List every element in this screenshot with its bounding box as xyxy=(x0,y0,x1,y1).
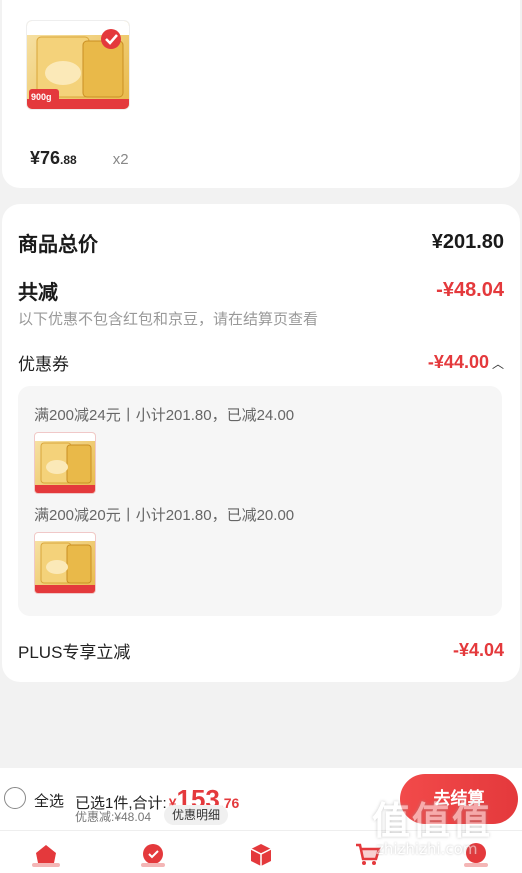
product-price: ¥76.88 xyxy=(30,148,77,168)
reduce-value: -¥48.04 xyxy=(436,279,504,301)
new-icon[interactable] xyxy=(139,841,167,867)
coupon-value-group[interactable]: -¥44.00 ︿ xyxy=(428,352,504,373)
svg-text:900g: 900g xyxy=(31,92,52,102)
total-label: 商品总价 xyxy=(18,234,98,256)
me-icon[interactable] xyxy=(462,841,490,867)
chevron-up-icon[interactable]: ︿ xyxy=(492,357,504,371)
product-quantity: x2 xyxy=(112,151,129,168)
discount-detail-button[interactable]: 优惠明细 xyxy=(164,805,229,825)
plus-value: -¥4.04 xyxy=(452,640,504,660)
tab-bar xyxy=(0,830,522,873)
select-all-checkbox[interactable] xyxy=(4,787,26,809)
discount-amount: 优惠减:¥48.04 xyxy=(75,810,152,824)
product-image[interactable]: 900g xyxy=(26,20,130,110)
coupon-label: 优惠券 xyxy=(18,355,69,374)
total-value: ¥201.80 xyxy=(431,231,504,253)
home-icon[interactable] xyxy=(32,841,60,867)
reduce-label: 共减 xyxy=(18,282,58,304)
select-all-label[interactable]: 全选 xyxy=(34,790,64,811)
checkout-button[interactable]: 去结算 xyxy=(400,774,518,824)
checkout-bar: 全选 已选1件,合计: ¥ 153 .76 优惠减:¥48.04 优惠明细 去结… xyxy=(0,768,522,830)
coupon-detail-box: 满200减24元丨小计201.80，已减24.00 满200减20元丨小计201… xyxy=(18,386,502,616)
product-card: 900g ¥76.88 x2 xyxy=(2,0,520,188)
product-price-row: ¥76.88 x2 xyxy=(30,148,129,169)
coupon-row[interactable]: 优惠券 -¥44.00 ︿ xyxy=(18,350,504,375)
cart-icon[interactable] xyxy=(354,841,382,867)
coupon-product-thumb-1[interactable] xyxy=(34,432,96,494)
plus-label: PLUS专享立减 xyxy=(18,643,131,662)
coupon-value: -¥44.00 xyxy=(427,352,489,372)
box-icon[interactable] xyxy=(247,841,275,867)
discount-note: 以下优惠不包含红包和京豆，请在结算页查看 xyxy=(18,311,319,328)
reduce-row: 共减 -¥48.04 xyxy=(18,276,504,305)
coupon-product-thumb-2[interactable] xyxy=(34,532,96,594)
total-row: 商品总价 ¥201.80 xyxy=(18,228,504,257)
plus-row: PLUS专享立减 -¥4.04 xyxy=(18,638,504,663)
coupon-line-2: 满200减20元丨小计201.80，已减20.00 xyxy=(34,507,295,524)
coupon-line-1: 满200减24元丨小计201.80，已减24.00 xyxy=(34,407,295,424)
price-summary-card: 商品总价 ¥201.80 共减 -¥48.04 以下优惠不包含红包和京豆，请在结… xyxy=(2,204,520,682)
